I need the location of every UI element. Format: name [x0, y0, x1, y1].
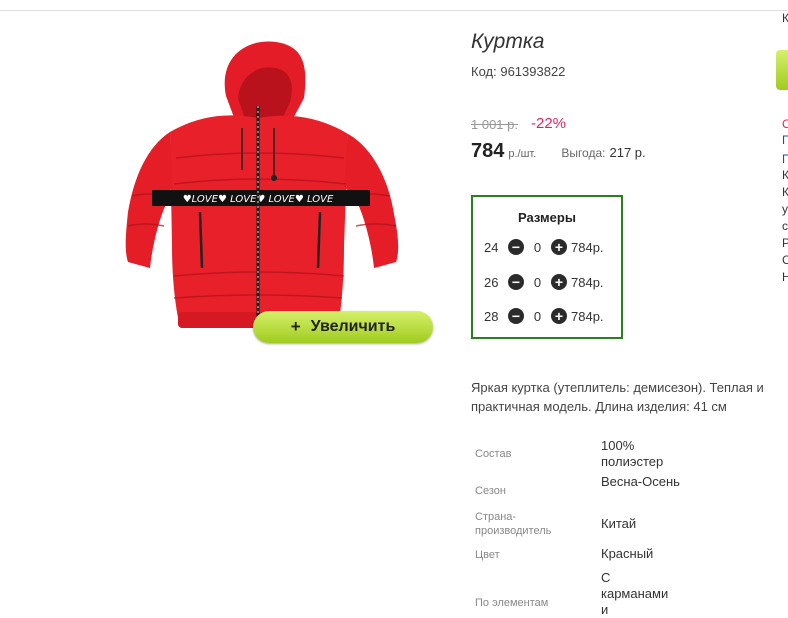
- spec-label: Состав: [475, 448, 512, 460]
- size-price: 784р.: [571, 239, 604, 255]
- spec-label: Страна-производитель: [475, 511, 552, 537]
- size-label: 28: [484, 308, 499, 324]
- minus-icon[interactable]: −: [508, 308, 524, 324]
- spec-label: По элементам: [475, 597, 549, 609]
- spec-value: 100% полиэстер: [601, 438, 664, 469]
- right-column-item: Р: [782, 236, 788, 250]
- plus-icon[interactable]: +: [551, 308, 567, 324]
- jacket-illustration: ♥LOVE♥ LOVE♥ LOVE♥ LOVE: [125, 41, 399, 328]
- spec-value: Китай: [601, 516, 637, 531]
- price-unit: р./шт.: [508, 148, 537, 160]
- plus-icon[interactable]: +: [551, 274, 567, 290]
- header-divider: [0, 10, 788, 11]
- size-label: 26: [484, 274, 499, 290]
- right-column-item: К: [782, 168, 788, 182]
- right-column-item: К: [782, 185, 788, 199]
- size-quantity[interactable]: 0: [524, 240, 551, 255]
- minus-icon[interactable]: −: [508, 239, 524, 255]
- product-code-label: Код:: [471, 64, 497, 79]
- right-column-header: К: [782, 11, 788, 25]
- product-title: Куртка: [471, 30, 545, 53]
- savings-label: Выгода:: [561, 146, 606, 160]
- product-code-value: 961393822: [500, 64, 566, 79]
- right-column-item: С: [782, 253, 788, 267]
- spec-label: Сезон: [475, 485, 506, 497]
- right-column-item[interactable]: П: [782, 133, 788, 148]
- savings: Выгода: 217 р.: [561, 145, 645, 160]
- right-column: К С П П К К у с Р С Н: [780, 0, 788, 615]
- product-code: Код: 961393822: [471, 64, 565, 79]
- plus-icon[interactable]: +: [551, 239, 567, 255]
- product-image[interactable]: ♥LOVE♥ LOVE♥ LOVE♥ LOVE: [108, 36, 408, 336]
- size-price: 784р.: [571, 274, 604, 290]
- plus-icon: +: [290, 317, 301, 336]
- price-value: 784: [471, 140, 505, 162]
- right-column-item: Н: [782, 270, 788, 284]
- size-price: 784р.: [571, 308, 604, 324]
- savings-value: 217 р.: [609, 145, 646, 160]
- price-row: 784 р./шт. Выгода: 217 р.: [471, 140, 646, 163]
- right-column-item: с: [782, 219, 788, 233]
- right-column-item[interactable]: П: [782, 152, 788, 167]
- spec-value: Красный: [601, 546, 654, 561]
- discount-badge: -22%: [531, 115, 567, 132]
- spec-value: Весна-Осень: [601, 474, 680, 489]
- size-quantity[interactable]: 0: [524, 275, 551, 290]
- size-quantity[interactable]: 0: [524, 309, 551, 324]
- product-description: Яркая куртка (утеплитель: демисезон). Те…: [471, 378, 788, 416]
- zoom-button[interactable]: + Увеличить: [253, 311, 433, 343]
- sizes-title: Размеры: [518, 210, 576, 225]
- description-line: практичная модель. Длина изделия: 41 см: [471, 399, 727, 414]
- size-row: 24 − 0 + 784р.: [484, 237, 604, 257]
- right-column-item[interactable]: С: [782, 117, 788, 132]
- size-label: 24: [484, 239, 499, 255]
- spec-label: Цвет: [475, 549, 500, 561]
- sizes-selector: Размеры 24 − 0 + 784р. 26 − 0 + 784р. 28…: [471, 195, 623, 339]
- description-line: Яркая куртка (утеплитель: демисезон). Те…: [471, 380, 764, 395]
- zoom-button-label: Увеличить: [310, 318, 396, 335]
- size-row: 26 − 0 + 784р.: [484, 272, 604, 292]
- spec-value: С карманами и: [601, 570, 669, 617]
- old-price: 1 001 р.: [471, 117, 518, 132]
- size-row: 28 − 0 + 784р.: [484, 306, 604, 326]
- minus-icon[interactable]: −: [508, 274, 524, 290]
- right-column-item: у: [782, 202, 788, 216]
